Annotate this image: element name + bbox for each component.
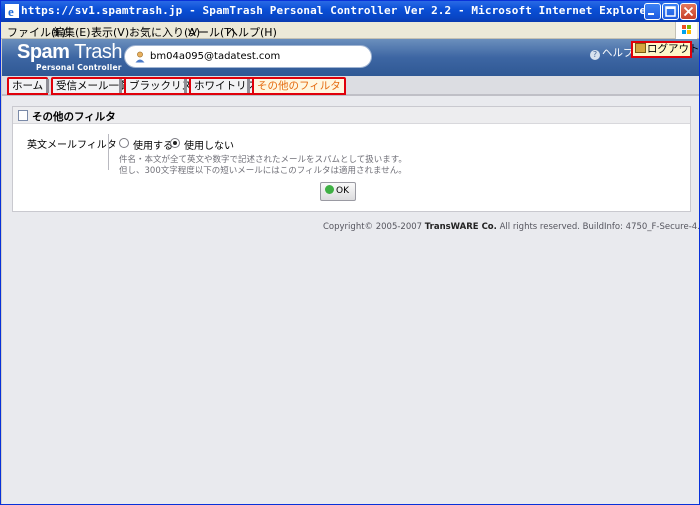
company-name: TransWARE Co. bbox=[424, 222, 497, 232]
tab-home[interactable]: ホーム bbox=[7, 77, 49, 95]
spamtrash-logo: Spam Trash bbox=[17, 41, 123, 64]
ie-logo-icon: e bbox=[5, 4, 19, 18]
logo-word-spam: Spam bbox=[17, 41, 70, 63]
logo-subtitle: Personal Controller bbox=[36, 63, 122, 72]
field-divider bbox=[108, 134, 109, 170]
svg-text:e: e bbox=[8, 4, 14, 18]
maximize-icon bbox=[665, 6, 676, 17]
title-bar[interactable]: e https://sv1.spamtrash.jp - SpamTrash P… bbox=[1, 1, 699, 22]
filter-panel: その他のフィルタ 英文メールフィルタ 使用する 使用しない 件名・本文が全て英文… bbox=[12, 106, 691, 212]
logout-button[interactable]: ログアウト bbox=[631, 41, 699, 58]
tab-separator bbox=[247, 79, 250, 93]
menu-edit[interactable]: 編集(E) bbox=[53, 24, 91, 40]
check-icon bbox=[325, 185, 334, 194]
browser-window: e https://sv1.spamtrash.jp - SpamTrash P… bbox=[0, 0, 700, 505]
close-button[interactable] bbox=[680, 3, 697, 20]
panel-title: その他のフィルタ bbox=[32, 111, 116, 123]
panel-header: その他のフィルタ bbox=[13, 107, 690, 124]
english-filter-label: 英文メールフィルタ bbox=[27, 140, 117, 151]
tab-separator bbox=[119, 79, 122, 93]
document-icon bbox=[18, 110, 28, 121]
maximize-button[interactable] bbox=[662, 3, 679, 20]
help-icon: ? bbox=[590, 50, 600, 60]
tab-separator bbox=[46, 79, 49, 93]
logout-icon bbox=[635, 43, 646, 53]
copyright-text: Copyright© 2005-2007 TransWARE Co. All r… bbox=[323, 222, 699, 232]
user-email: bm04a095@tadatest.com bbox=[150, 51, 281, 62]
filter-description-2: 但し、300文字程度以下の短いメールにはこのフィルタは適用されません。 bbox=[119, 166, 407, 176]
help-label: ヘルプ bbox=[602, 47, 634, 59]
logout-label: ログアウト bbox=[647, 43, 699, 55]
user-info: bm04a095@tadatest.com bbox=[124, 45, 372, 68]
ok-button[interactable]: OK bbox=[320, 182, 356, 201]
menu-bar: ファイル(F) 編集(E) 表示(V) お気に入り(A) ツール(T) ヘルプ(… bbox=[1, 22, 699, 39]
tab-separator bbox=[184, 79, 187, 93]
menu-view[interactable]: 表示(V) bbox=[91, 24, 129, 40]
app-header: Spam Trash Personal Controller bm04a095@… bbox=[2, 39, 699, 76]
windows-logo-icon bbox=[675, 22, 697, 39]
help-link[interactable]: ? ヘルプ bbox=[590, 45, 634, 60]
radio-nouse-label[interactable]: 使用しない bbox=[184, 137, 234, 152]
close-icon bbox=[683, 6, 694, 17]
window-title: https://sv1.spamtrash.jp - SpamTrash Per… bbox=[21, 4, 653, 17]
copyright-suffix: All rights reserved. BuildInfo: 4750_F-S… bbox=[499, 222, 699, 232]
minimize-button[interactable] bbox=[644, 3, 661, 20]
logo-word-trash: Trash bbox=[74, 41, 123, 63]
radio-nouse[interactable] bbox=[170, 138, 180, 148]
page-content: Spam Trash Personal Controller bm04a095@… bbox=[2, 39, 699, 504]
ok-label: OK bbox=[336, 186, 349, 196]
user-icon bbox=[135, 51, 145, 63]
tab-bar: ホーム 受信メール一覧 ブラックリスト ホワイトリスト その他のフィルタ bbox=[2, 76, 699, 96]
radio-use[interactable] bbox=[119, 138, 129, 148]
menu-help[interactable]: ヘルプ(H) bbox=[227, 24, 277, 40]
tab-other-filters[interactable]: その他のフィルタ bbox=[252, 77, 346, 95]
minimize-icon bbox=[648, 13, 654, 15]
copyright-prefix: Copyright© 2005-2007 bbox=[323, 222, 423, 232]
radio-use-label[interactable]: 使用する bbox=[133, 137, 173, 152]
